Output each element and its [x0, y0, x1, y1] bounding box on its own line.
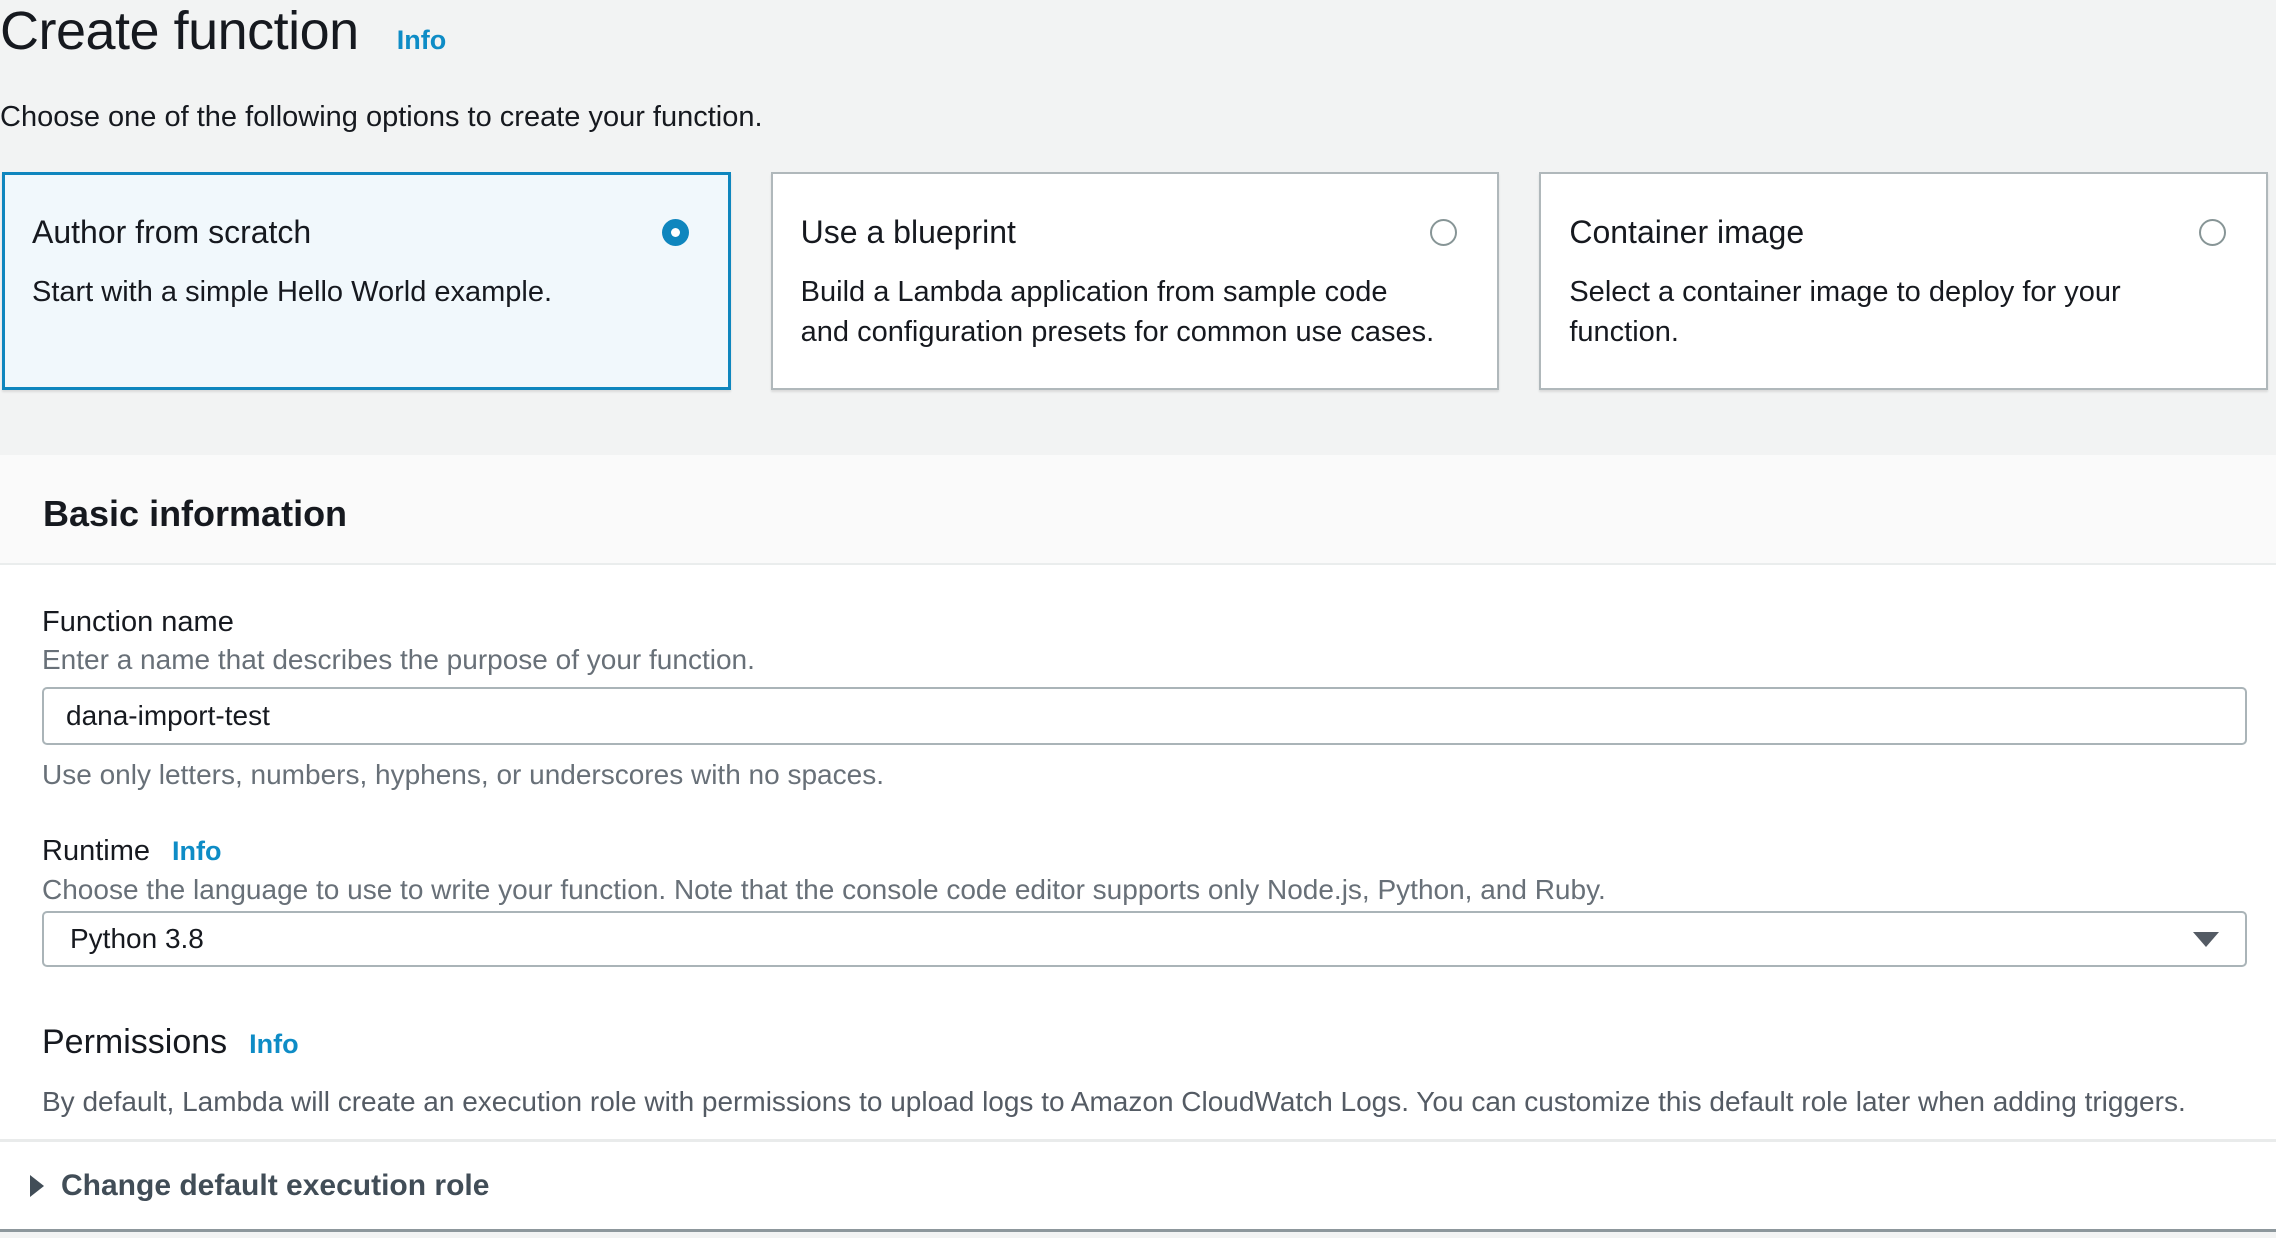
option-card-use-a-blueprint[interactable]: Use a blueprint Build a Lambda applicati…: [771, 172, 1500, 390]
create-function-info-link[interactable]: Info: [397, 25, 446, 56]
runtime-select[interactable]: Python 3.8: [42, 911, 2247, 967]
creation-option-cards: Author from scratch Start with a simple …: [2, 172, 2268, 390]
runtime-info-link[interactable]: Info: [172, 836, 221, 867]
runtime-label: Runtime: [42, 836, 150, 866]
runtime-description: Choose the language to use to write your…: [42, 876, 2247, 904]
radio-container-image[interactable]: [2199, 219, 2226, 246]
option-card-container-image[interactable]: Container image Select a container image…: [1539, 172, 2268, 390]
function-name-label: Function name: [42, 607, 2247, 637]
radio-use-a-blueprint[interactable]: [1430, 219, 1457, 246]
option-card-description: Select a container image to deploy for y…: [1569, 272, 2209, 352]
basic-information-panel: Basic information Function name Enter a …: [0, 455, 2276, 1232]
permissions-heading: Permissions: [42, 1023, 227, 1061]
function-name-field-group: Function name Enter a name that describe…: [42, 607, 2247, 789]
option-card-description: Build a Lambda application from sample c…: [801, 272, 1441, 352]
basic-information-heading: Basic information: [43, 495, 2276, 533]
option-card-title: Container image: [1569, 214, 1804, 250]
basic-information-header: Basic information: [0, 455, 2276, 565]
option-card-title: Author from scratch: [32, 214, 311, 250]
create-function-header: Create function Info Choose one of the f…: [0, 0, 2276, 390]
option-card-title: Use a blueprint: [801, 214, 1016, 250]
caret-right-icon: [30, 1175, 44, 1197]
permissions-info-link[interactable]: Info: [249, 1029, 298, 1060]
permissions-section: Permissions Info By default, Lambda will…: [42, 1023, 2247, 1117]
runtime-field-group: Runtime Info Choose the language to use …: [42, 836, 2247, 967]
runtime-selected-value: Python 3.8: [70, 923, 204, 955]
change-default-execution-role-expander[interactable]: Change default execution role: [0, 1139, 2276, 1229]
title-row: Create function Info: [0, 2, 2276, 60]
change-default-execution-role-label: Change default execution role: [61, 1170, 489, 1202]
section-bottom-divider: [0, 1229, 2276, 1232]
page-title: Create function: [0, 2, 359, 60]
function-name-constraint: Use only letters, numbers, hyphens, or u…: [42, 761, 2247, 789]
page-subtitle: Choose one of the following options to c…: [0, 102, 2276, 132]
function-name-description: Enter a name that describes the purpose …: [42, 646, 2247, 674]
function-name-input[interactable]: [42, 687, 2247, 745]
radio-author-from-scratch[interactable]: [662, 219, 689, 246]
option-card-author-from-scratch[interactable]: Author from scratch Start with a simple …: [2, 172, 731, 390]
caret-down-icon: [2193, 932, 2219, 947]
permissions-description: By default, Lambda will create an execut…: [42, 1087, 2247, 1117]
option-card-description: Start with a simple Hello World example.: [32, 272, 672, 312]
